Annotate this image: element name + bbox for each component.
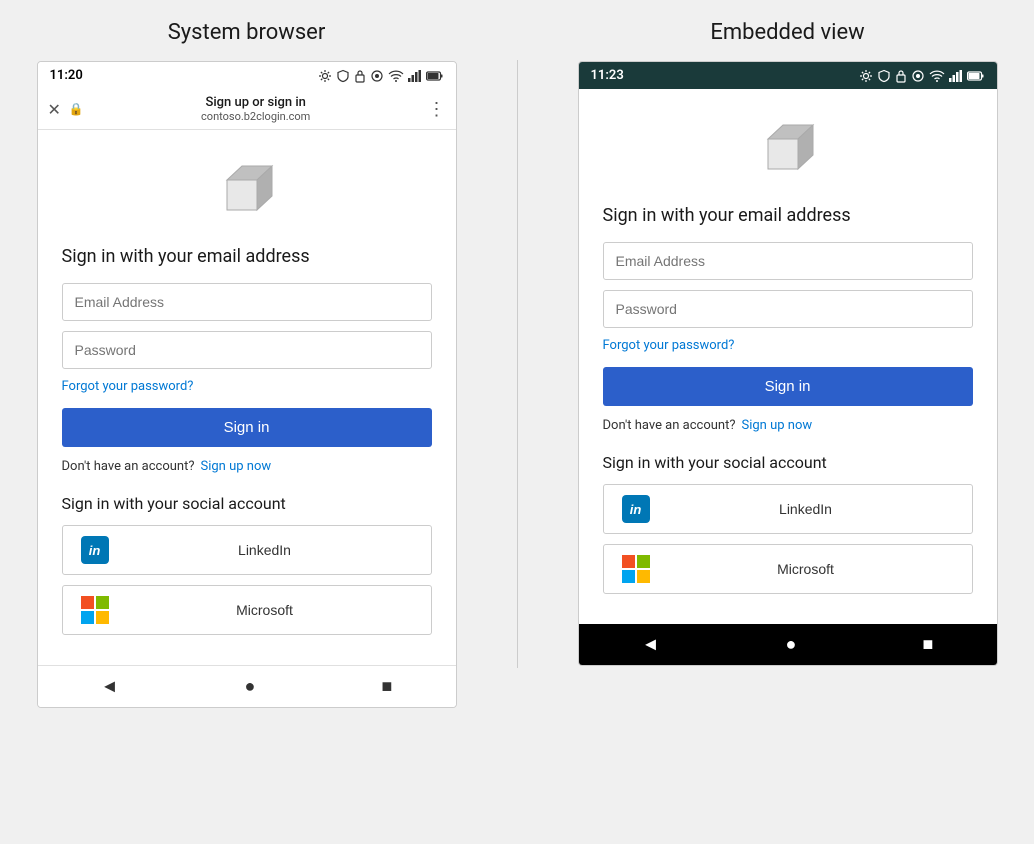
left-phone-frame: 11:20 — [37, 61, 457, 708]
browser-url: contoso.b2clogin.com — [201, 110, 310, 123]
right-linkedin-label: LinkedIn — [654, 501, 958, 517]
right-microsoft-icon — [622, 555, 650, 583]
battery-icon — [426, 71, 444, 81]
page-wrapper: System browser 11:20 — [17, 20, 1018, 708]
left-home-nav[interactable]: ● — [245, 676, 256, 697]
right-microsoft-label: Microsoft — [654, 561, 958, 577]
right-signup-link[interactable]: Sign up now — [742, 418, 813, 433]
left-cube-container — [62, 150, 432, 230]
right-column: Embedded view 11:23 — [558, 20, 1018, 708]
browser-close-icon[interactable]: ✕ — [48, 100, 61, 119]
right-time: 11:23 — [591, 68, 624, 83]
left-status-icons — [318, 69, 444, 83]
left-time: 11:20 — [50, 68, 83, 83]
right-social-heading: Sign in with your social account — [603, 453, 973, 472]
right-signal-icon — [949, 70, 963, 82]
right-back-nav[interactable]: ◄ — [642, 634, 660, 655]
columns: System browser 11:20 — [17, 20, 1018, 708]
left-linkedin-label: LinkedIn — [113, 542, 417, 558]
left-back-nav[interactable]: ◄ — [101, 676, 119, 697]
signal-icon — [408, 70, 422, 82]
left-status-bar: 11:20 — [38, 62, 456, 89]
cube-icon — [207, 150, 287, 230]
wifi-icon — [388, 70, 404, 82]
right-status-bar: 11:23 — [579, 62, 997, 89]
gear-icon — [318, 69, 332, 83]
left-signin-heading: Sign in with your email address — [62, 246, 432, 267]
left-email-input[interactable] — [62, 283, 432, 321]
left-square-nav[interactable]: ■ — [382, 676, 393, 697]
right-no-account-row: Don't have an account? Sign up now — [603, 418, 973, 433]
record-icon — [370, 69, 384, 83]
left-microsoft-button[interactable]: Microsoft — [62, 585, 432, 635]
left-password-input[interactable] — [62, 331, 432, 369]
right-status-icons — [859, 69, 985, 83]
right-cube-container — [603, 109, 973, 189]
right-forgot-link[interactable]: Forgot your password? — [603, 338, 973, 353]
right-shield-icon — [877, 69, 891, 83]
right-microsoft-button[interactable]: Microsoft — [603, 544, 973, 594]
left-linkedin-button[interactable]: in LinkedIn — [62, 525, 432, 575]
left-nav-bar: ◄ ● ■ — [38, 665, 456, 707]
right-email-input[interactable] — [603, 242, 973, 280]
browser-lock-icon: 🔒 — [69, 102, 84, 116]
browser-title: Sign up or sign in — [205, 95, 305, 110]
right-linkedin-icon: in — [622, 495, 650, 523]
right-password-input[interactable] — [603, 290, 973, 328]
left-no-account-row: Don't have an account? Sign up now — [62, 459, 432, 474]
right-content: Sign in with your email address Forgot y… — [579, 89, 997, 624]
right-nav-bar: ◄ ● ■ — [579, 624, 997, 665]
left-forgot-link[interactable]: Forgot your password? — [62, 379, 432, 394]
right-wifi-icon — [929, 70, 945, 82]
browser-menu-icon[interactable]: ⋮ — [428, 99, 446, 120]
microsoft-icon — [81, 596, 109, 624]
linkedin-icon: in — [81, 536, 109, 564]
right-title: Embedded view — [710, 20, 864, 45]
right-gear-icon — [859, 69, 873, 83]
right-battery-icon — [967, 71, 985, 81]
left-social-heading: Sign in with your social account — [62, 494, 432, 513]
left-content: Sign in with your email address Forgot y… — [38, 130, 456, 665]
right-square-nav[interactable]: ■ — [923, 634, 934, 655]
right-linkedin-button[interactable]: in LinkedIn — [603, 484, 973, 534]
right-home-nav[interactable]: ● — [786, 634, 797, 655]
right-cube-icon — [748, 109, 828, 189]
left-signup-link[interactable]: Sign up now — [201, 459, 272, 474]
left-column: System browser 11:20 — [17, 20, 477, 708]
right-signin-heading: Sign in with your email address — [603, 205, 973, 226]
right-record-icon — [911, 69, 925, 83]
lock-icon — [354, 69, 366, 83]
left-signin-button[interactable]: Sign in — [62, 408, 432, 447]
browser-address: Sign up or sign in contoso.b2clogin.com — [92, 95, 420, 123]
left-title: System browser — [168, 20, 326, 45]
shield-icon — [336, 69, 350, 83]
left-browser-bar[interactable]: ✕ 🔒 Sign up or sign in contoso.b2clogin.… — [38, 89, 456, 130]
right-no-account-text: Don't have an account? — [603, 418, 736, 433]
column-divider — [517, 60, 518, 668]
right-signin-button[interactable]: Sign in — [603, 367, 973, 406]
right-lock-icon — [895, 69, 907, 83]
left-microsoft-label: Microsoft — [113, 602, 417, 618]
left-no-account-text: Don't have an account? — [62, 459, 195, 474]
right-phone-frame: 11:23 — [578, 61, 998, 666]
